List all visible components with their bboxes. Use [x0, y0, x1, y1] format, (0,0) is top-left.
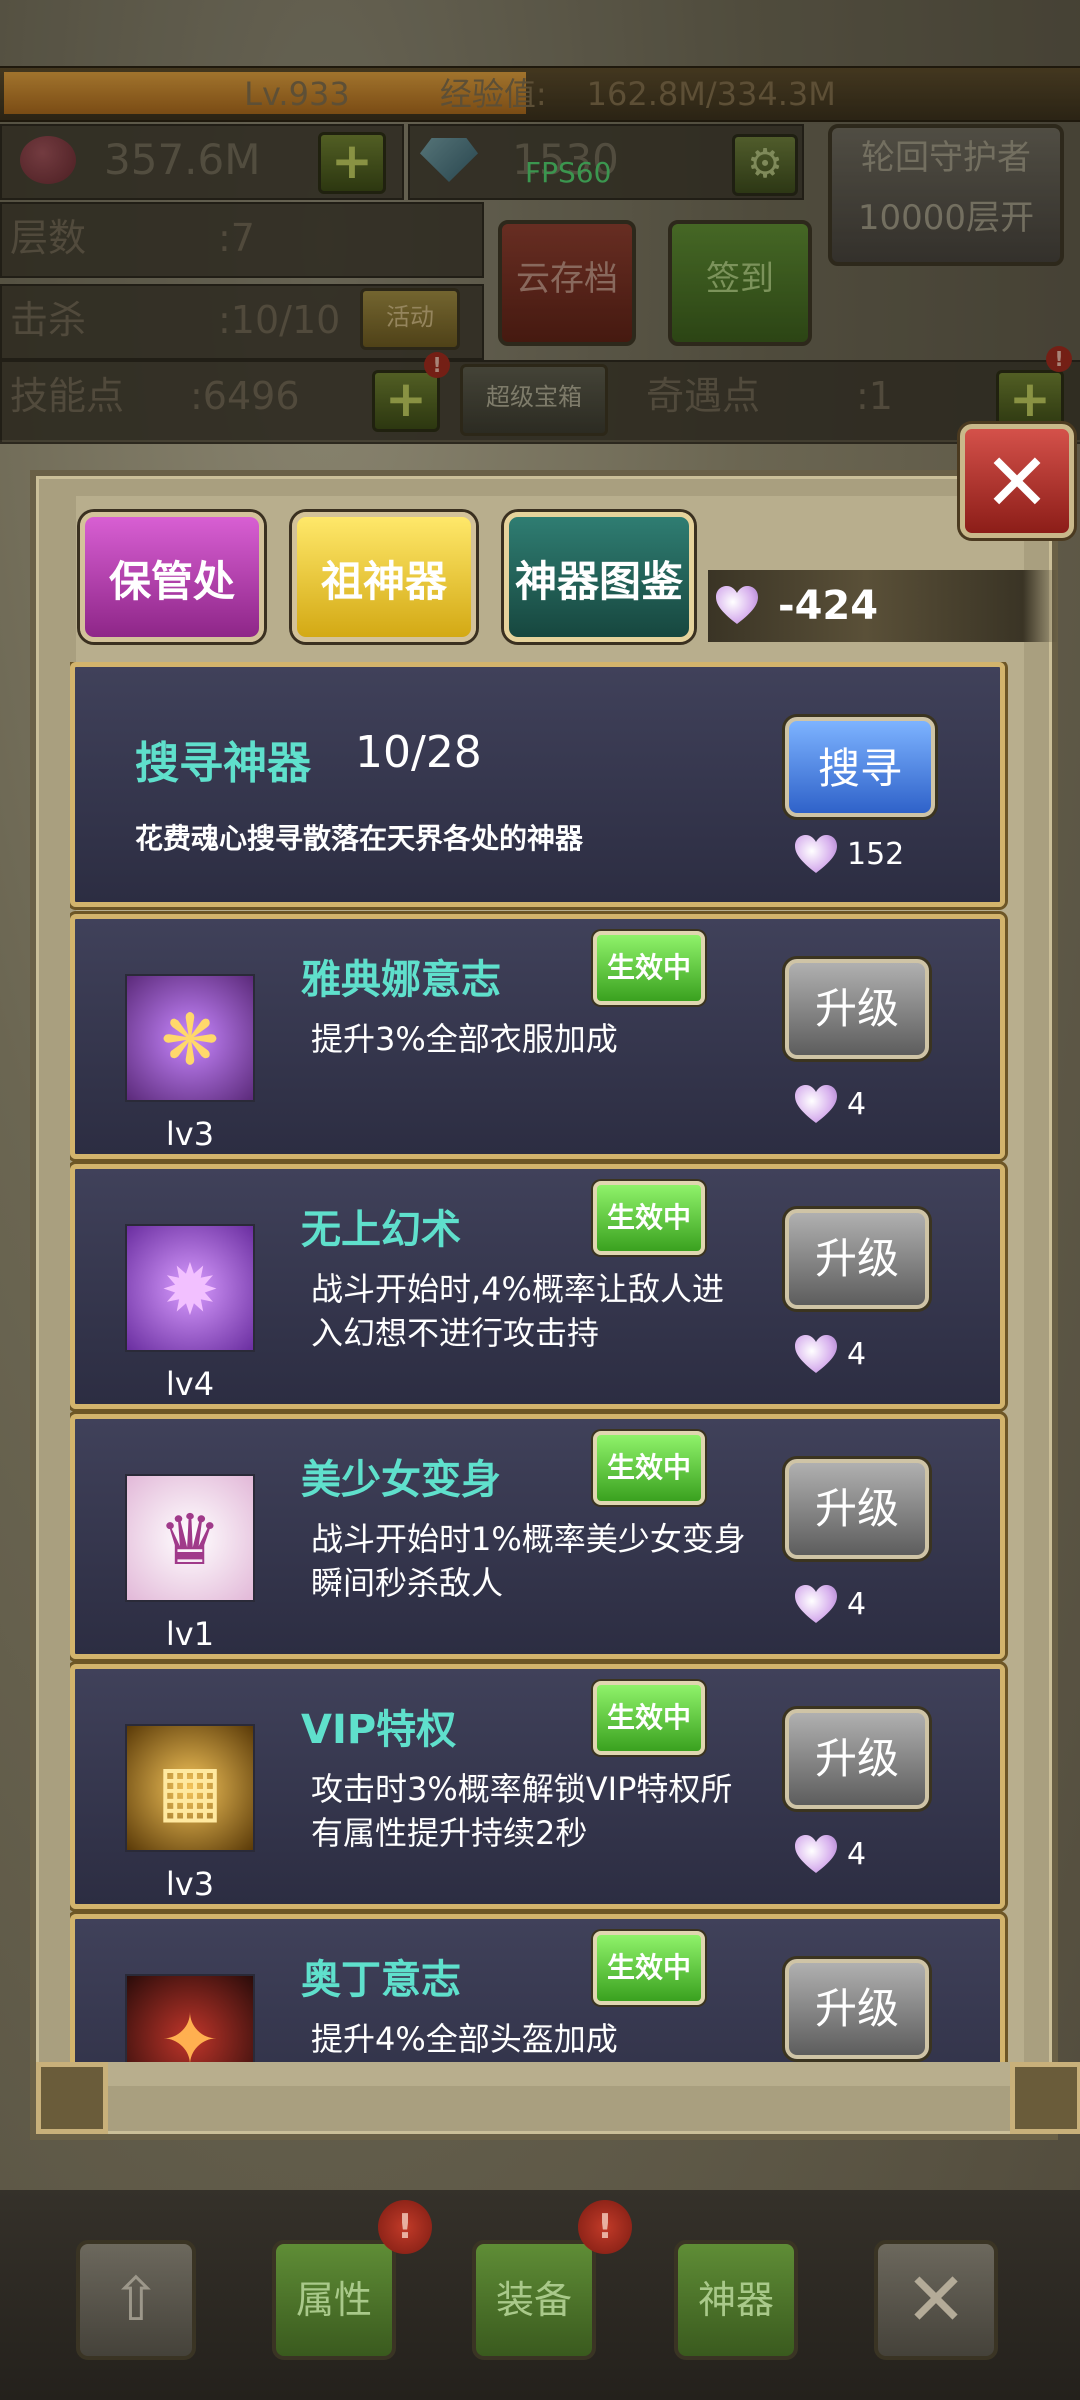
artifact-card: ✹ lv4 无上幻术 生效中 战斗开始时,4%概率让敌人进入幻想不进行攻击持 升… [70, 1164, 1005, 1409]
upgrade-cost-value: 4 [847, 1337, 867, 1372]
artifact-list[interactable]: 搜寻神器 10/28 花费魂心搜寻散落在天界各处的神器 搜寻 152 ❋ lv3… [70, 662, 1010, 2062]
upgrade-cost-value: 4 [847, 1087, 867, 1122]
artifact-name: VIP特权 [301, 1707, 457, 1753]
artifact-icon: ▦ [125, 1724, 255, 1852]
upgrade-cost-value: 4 [847, 1587, 867, 1622]
odin-will-icon: ✦ [160, 1999, 220, 2062]
artifact-icon: ♛ [125, 1474, 255, 1602]
magical-girl-icon: ♛ [158, 1499, 222, 1581]
artifact-icon: ✹ [125, 1224, 255, 1352]
artifact-card: ✦ 奥丁意志 生效中 提升4%全部头盔加成 升级 [70, 1914, 1005, 2062]
active-status-badge: 生效中 [593, 1681, 705, 1755]
tab-storage[interactable]: 保管处 [80, 512, 264, 642]
artifact-description: 提升3%全部衣服加成 [311, 1020, 618, 1058]
artifact-description: 战斗开始时,4%概率让敌人进入幻想不进行攻击持 [311, 1270, 724, 1352]
active-status-badge: 生效中 [593, 1431, 705, 1505]
upgrade-button[interactable]: 升级 [785, 1459, 929, 1559]
search-title: 搜寻神器 [135, 738, 311, 789]
active-status-badge: 生效中 [593, 1931, 705, 2005]
artifact-card: ♛ lv1 美少女变身 生效中 战斗开始时1%概率美少女变身瞬间秒杀敌人 升级 … [70, 1414, 1005, 1659]
search-cost-value: 152 [847, 837, 905, 872]
artifacts-nav-button[interactable]: 神器 [674, 2240, 798, 2360]
active-status-badge: 生效中 [593, 931, 705, 1005]
artifact-name: 雅典娜意志 [301, 957, 501, 1003]
upgrade-button[interactable]: 升级 [785, 1709, 929, 1809]
soul-heart-icon [795, 1085, 837, 1125]
soul-heart-icon [795, 835, 837, 875]
attributes-alert-badge: ! [378, 2200, 432, 2254]
search-button[interactable]: 搜寻 [785, 717, 935, 817]
soul-heart-icon [795, 1335, 837, 1375]
upgrade-button[interactable]: 升级 [785, 1959, 929, 2059]
upgrade-button[interactable]: 升级 [785, 959, 929, 1059]
scroll-up-button[interactable]: ⇧ [76, 2240, 196, 2360]
supreme-illusion-icon: ✹ [160, 1249, 220, 1331]
equipment-alert-badge: ! [578, 2200, 632, 2254]
search-description: 花费魂心搜寻散落在天界各处的神器 [135, 822, 584, 855]
artifact-level: lv3 [165, 1865, 215, 1903]
artifact-name: 奥丁意志 [301, 1957, 461, 2003]
soul-balance-value: -424 [778, 583, 879, 629]
close-nav-button[interactable]: ✕ [874, 2240, 998, 2360]
artifact-description: 攻击时3%概率解锁VIP特权所有属性提升持续2秒 [311, 1770, 733, 1852]
dialog-corner-ornament [36, 2062, 108, 2134]
soul-heart-icon [795, 1585, 837, 1625]
upgrade-cost-value: 4 [847, 1837, 867, 1872]
modal-overlay [0, 0, 1080, 440]
artifact-icon: ✦ [125, 1974, 255, 2062]
upgrade-button[interactable]: 升级 [785, 1209, 929, 1309]
tab-ancestral-artifacts[interactable]: 祖神器 [292, 512, 476, 642]
soul-heart-icon [795, 1835, 837, 1875]
artifact-card: ❋ lv3 雅典娜意志 生效中 提升3%全部衣服加成 升级 4 [70, 914, 1005, 1159]
search-artifact-panel: 搜寻神器 10/28 花费魂心搜寻散落在天界各处的神器 搜寻 152 [70, 662, 1005, 907]
artifact-description: 提升4%全部头盔加成 [311, 2020, 618, 2058]
athena-will-icon: ❋ [160, 999, 220, 1081]
artifact-card: ▦ lv3 VIP特权 生效中 攻击时3%概率解锁VIP特权所有属性提升持续2秒… [70, 1664, 1005, 1909]
active-status-badge: 生效中 [593, 1181, 705, 1255]
artifact-level: lv4 [165, 1365, 215, 1403]
artifact-description: 战斗开始时1%概率美少女变身瞬间秒杀敌人 [311, 1520, 746, 1602]
dialog-corner-ornament [1010, 2062, 1080, 2134]
artifact-level: lv3 [165, 1115, 215, 1153]
artifact-name: 无上幻术 [301, 1207, 461, 1253]
tab-artifact-codex[interactable]: 神器图鉴 [504, 512, 694, 642]
artifact-name: 美少女变身 [301, 1457, 501, 1503]
close-dialog-button[interactable]: ✕ [960, 424, 1074, 538]
artifact-icon: ❋ [125, 974, 255, 1102]
equipment-button[interactable]: 装备 [472, 2240, 596, 2360]
soul-heart-icon [716, 586, 758, 626]
search-count: 10/28 [355, 727, 482, 778]
vip-privilege-icon: ▦ [156, 1749, 224, 1831]
artifact-level: lv1 [165, 1615, 215, 1653]
attributes-button[interactable]: 属性 [272, 2240, 396, 2360]
soul-balance: -424 [708, 570, 1058, 642]
